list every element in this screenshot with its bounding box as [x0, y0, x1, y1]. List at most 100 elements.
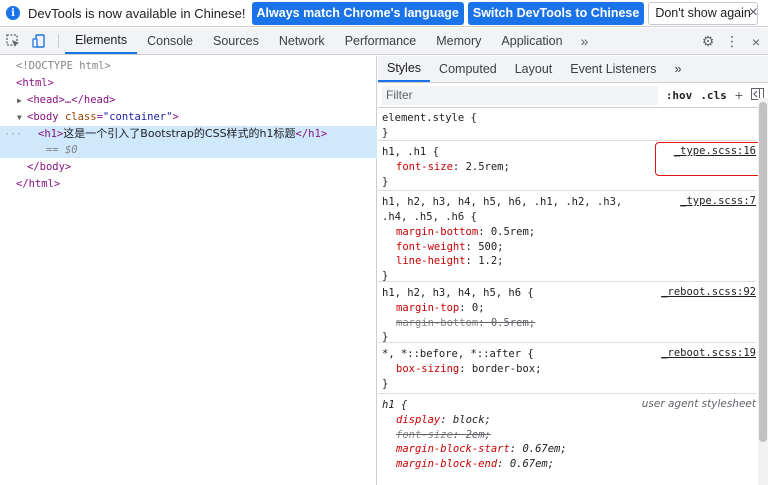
html-open-tag: <html> [16, 77, 54, 89]
property-name: box-sizing [396, 363, 460, 375]
rule-selector-cont: .h4, .h5, .h6 { [382, 211, 477, 223]
rule-close-brace: } [382, 331, 389, 343]
expand-triangle-icon[interactable]: ▶ [17, 92, 27, 109]
close-devtools-icon[interactable]: × [744, 34, 768, 50]
rule-source-ua: user agent stylesheet [641, 398, 756, 410]
declaration[interactable]: font-weight: 500; [382, 240, 752, 255]
dom-node-doctype[interactable]: <!DOCTYPE html> [0, 58, 377, 75]
tab-performance[interactable]: Performance [335, 28, 427, 54]
rule-headings-reboot-92[interactable]: h1, h2, h3, h4, h5, h6 { _reboot.scss:92… [378, 283, 756, 343]
declaration[interactable]: margin-top: 0; [382, 301, 752, 316]
dom-node-body[interactable]: ▼ <body class="container"> [0, 109, 377, 126]
dom-node-html-close[interactable]: </html> [0, 176, 377, 193]
toolbar-separator [58, 34, 59, 48]
declaration[interactable]: line-height: 1.2; [382, 254, 752, 269]
head-collapsed-tag: <head>…</head> [27, 94, 116, 106]
property-value: 2.5rem; [465, 161, 510, 173]
rule-universal-reboot-19[interactable]: *, *::before, *::after { _reboot.scss:19… [378, 344, 756, 394]
tab-sources[interactable]: Sources [203, 28, 269, 54]
overridden-declaration[interactable]: margin-bottom: 0.5rem; [382, 316, 752, 331]
property-value: 500; [478, 240, 504, 253]
property-name: margin-block-start [396, 443, 510, 455]
declaration[interactable]: margin-block-end: 0.67em; [382, 457, 752, 472]
property-name: margin-bottom [396, 226, 479, 238]
property-name: display [396, 414, 441, 426]
dont-show-again-button[interactable]: Don't show again [648, 1, 758, 25]
rule-close-brace: } [382, 269, 389, 282]
kebab-menu-icon[interactable]: ⋮ [720, 33, 744, 50]
styles-filter-bar: :hov .cls + [378, 83, 768, 108]
devtools-main-toolbar: Elements Console Sources Network Perform… [0, 28, 768, 55]
scrollbar-thumb[interactable] [759, 102, 767, 442]
property-value: 0.5rem; [490, 316, 536, 329]
tab-computed[interactable]: Computed [430, 56, 506, 82]
rule-close-brace: } [382, 127, 389, 139]
rule-h1-user-agent[interactable]: h1 { user agent stylesheet display: bloc… [378, 395, 756, 484]
property-name: font-size [396, 428, 453, 441]
property-name: margin-block-end [396, 457, 498, 470]
declaration[interactable]: display: block; [382, 413, 752, 428]
device-toolbar-icon[interactable] [26, 28, 52, 54]
tab-layout[interactable]: Layout [506, 56, 562, 82]
tab-elements[interactable]: Elements [65, 28, 138, 54]
body-close-tag: </body> [27, 161, 72, 173]
toolbar-right-actions: ⚙ ⋮ × [683, 28, 768, 55]
node-actions-dots-icon[interactable]: ··· [4, 126, 22, 143]
new-style-rule-icon[interactable]: + [735, 87, 743, 103]
source-highlight-annotation [655, 142, 764, 176]
declaration[interactable]: margin-block-start: 0.67em; [382, 442, 752, 457]
dom-node-head[interactable]: ▶ <head>…</head> [0, 92, 377, 109]
info-icon: i [6, 6, 20, 20]
rule-source-link[interactable]: _reboot.scss:92 [661, 286, 756, 298]
declaration[interactable]: margin-bottom: 0.5rem; [382, 225, 752, 240]
tab-console[interactable]: Console [137, 28, 203, 54]
tab-network[interactable]: Network [269, 28, 335, 54]
rule-close-brace: } [382, 377, 389, 390]
tab-memory[interactable]: Memory [426, 28, 491, 54]
property-value: 0.67em; [509, 457, 555, 470]
styles-filter-input[interactable] [382, 85, 658, 105]
body-attr-name: class [64, 111, 97, 123]
infobar-close-icon[interactable]: × [749, 4, 758, 22]
property-name: font-weight [396, 240, 466, 253]
switch-devtools-chinese-button[interactable]: Switch DevTools to Chinese [467, 1, 645, 25]
dom-node-body-close[interactable]: </body> [0, 159, 377, 176]
class-toggle[interactable]: .cls [700, 89, 727, 102]
overridden-declaration[interactable]: font-size: 2em; [382, 428, 752, 443]
property-value: 1.2; [478, 255, 504, 267]
property-name: line-height [396, 255, 466, 267]
more-sidebar-tabs-icon[interactable]: » [665, 56, 690, 82]
styles-sidebar: Styles Computed Layout Event Listeners »… [378, 56, 768, 485]
rule-source-link[interactable]: _type.scss:7 [680, 195, 756, 207]
styles-scrollbar[interactable] [758, 98, 768, 485]
body-attr-value: "container" [102, 111, 173, 123]
body-tag-name: body [33, 111, 59, 123]
h1-text-content: 这是一个引入了Bootstrap的CSS样式的h1标题 [63, 127, 296, 140]
rule-selector: element.style { [382, 112, 477, 124]
rule-source-link[interactable]: _reboot.scss:19 [661, 347, 756, 359]
inspect-element-icon[interactable] [0, 28, 26, 54]
property-name: margin-top [396, 302, 460, 314]
property-value: 0; [471, 302, 485, 314]
settings-gear-icon[interactable]: ⚙ [696, 33, 720, 50]
rule-headings-type-7[interactable]: h1, h2, h3, h4, h5, h6, .h1, .h2, .h3, .… [378, 192, 756, 282]
rule-close-brace: } [382, 175, 389, 188]
property-value: border-box; [471, 363, 542, 375]
dom-node-h1-selected[interactable]: ··· <h1>这是一个引入了Bootstrap的CSS样式的h1标题</h1>… [0, 126, 377, 158]
h1-open-tag: <h1> [38, 128, 64, 140]
dom-node-html[interactable]: <html> [0, 75, 377, 92]
doctype-text: <!DOCTYPE html> [16, 60, 111, 72]
tab-styles[interactable]: Styles [378, 56, 431, 82]
property-name: font-size [396, 161, 453, 173]
always-match-language-button[interactable]: Always match Chrome's language [251, 1, 464, 25]
rule-element-style[interactable]: element.style { } [378, 108, 756, 141]
tab-event-listeners[interactable]: Event Listeners [561, 56, 665, 82]
property-value: block; [452, 414, 491, 426]
property-name: margin-bottom [396, 316, 479, 329]
infobar-message: DevTools is now available in Chinese! [28, 5, 246, 21]
collapse-triangle-icon[interactable]: ▼ [17, 109, 27, 126]
tab-application[interactable]: Application [491, 28, 572, 54]
hover-state-toggle[interactable]: :hov [666, 89, 693, 102]
more-tabs-icon[interactable]: » [573, 28, 597, 54]
declaration[interactable]: box-sizing: border-box; [382, 362, 752, 377]
